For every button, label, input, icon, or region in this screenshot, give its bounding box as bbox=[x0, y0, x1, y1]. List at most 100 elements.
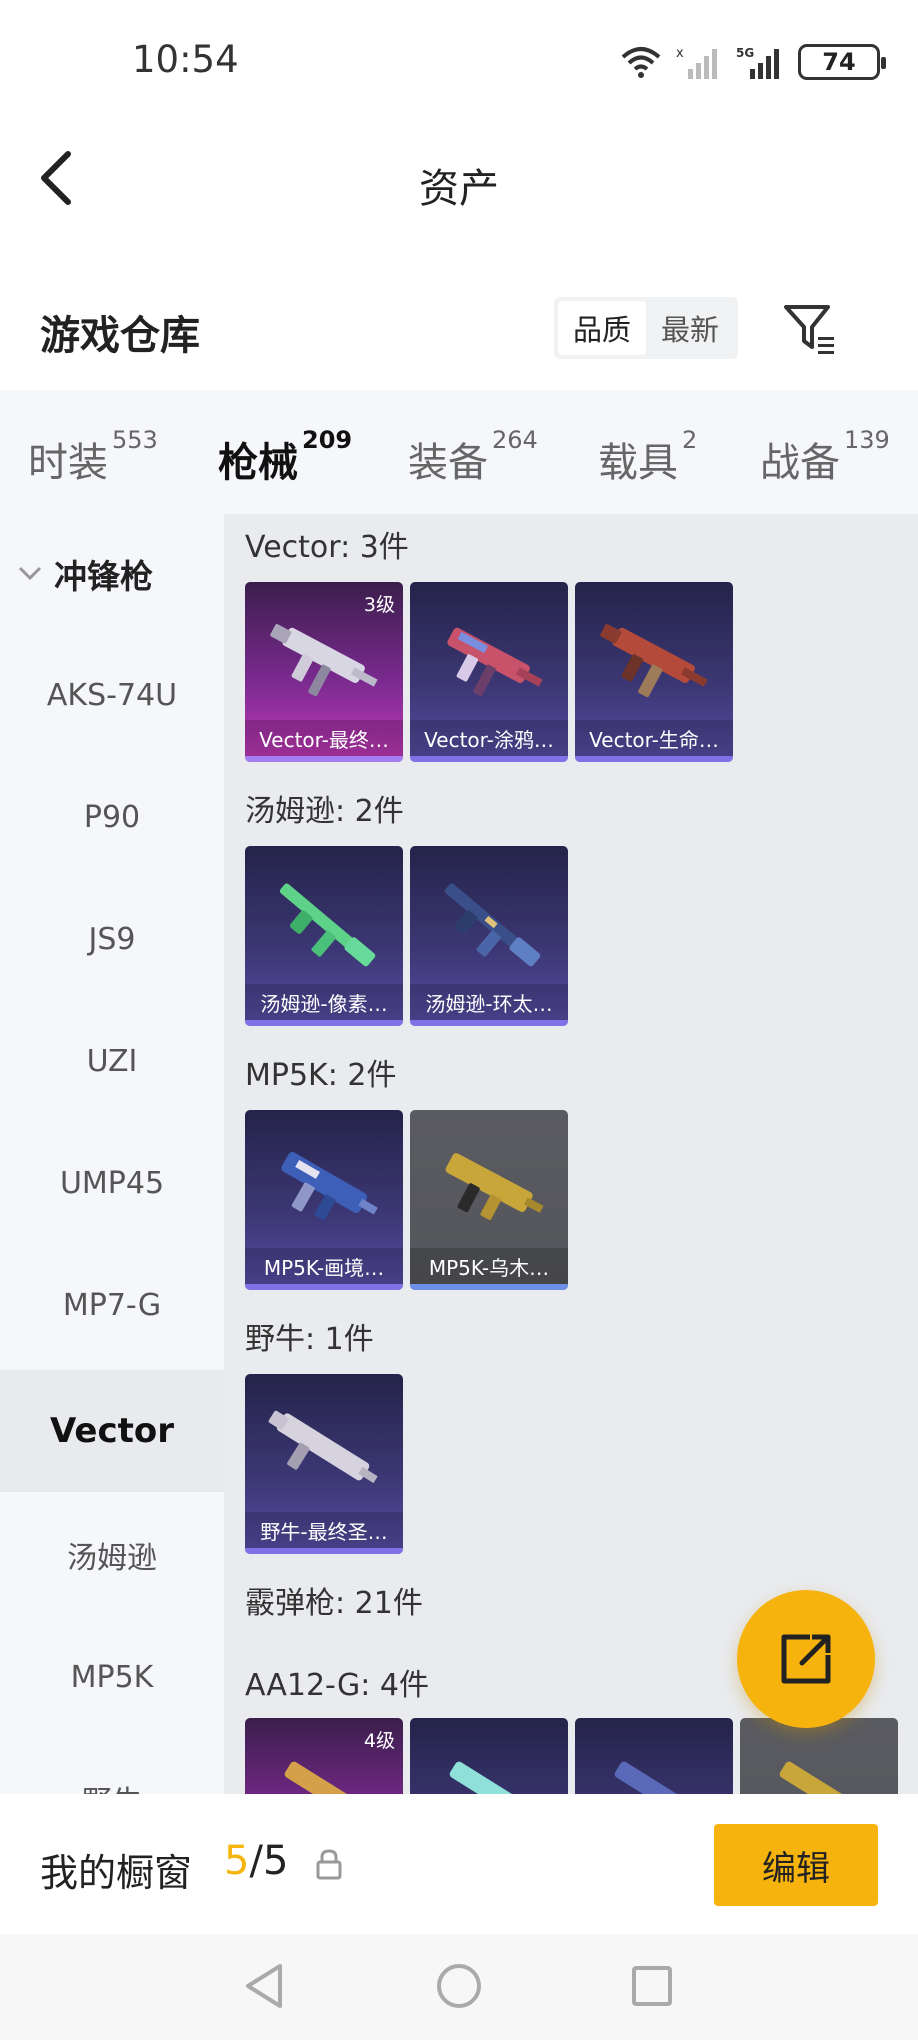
rarity-bar bbox=[245, 756, 403, 762]
item-name: Vector-涂鸦… bbox=[410, 720, 568, 756]
item-name: MP5K-画境… bbox=[245, 1248, 403, 1284]
weapon-thompson-icon bbox=[279, 883, 376, 967]
tab-label: 装备 bbox=[408, 440, 488, 486]
sidebar-item-thompson[interactable]: 汤姆逊 bbox=[0, 1494, 224, 1616]
system-nav-bar bbox=[0, 1934, 918, 2040]
sidebar-item-js9[interactable]: JS9 bbox=[0, 878, 224, 1000]
svg-text:x: x bbox=[676, 46, 684, 61]
tab-equipment[interactable]: 装备 264 bbox=[408, 426, 538, 488]
sort-newest-button[interactable]: 最新 bbox=[646, 301, 734, 355]
item-card[interactable]: 4级 bbox=[245, 1718, 403, 1794]
showcase-count: 5/5 bbox=[224, 1838, 288, 1884]
tab-fashion[interactable]: 时装 553 bbox=[28, 426, 158, 488]
sidebar-item-uzi[interactable]: UZI bbox=[0, 1000, 224, 1122]
sidebar-item-ump45[interactable]: UMP45 bbox=[0, 1122, 224, 1244]
section-title-vector: Vector: 3件 bbox=[245, 530, 409, 565]
sidebar-item-bizon[interactable]: 野牛 bbox=[0, 1738, 224, 1794]
showcase-bar: 我的橱窗 5/5 编辑 bbox=[0, 1794, 918, 1934]
tab-count: 553 bbox=[112, 426, 158, 454]
nav-recents-button[interactable] bbox=[622, 1956, 682, 2016]
showcase-separator: / bbox=[249, 1838, 263, 1884]
weapon-vector-icon bbox=[270, 624, 378, 697]
tab-count: 209 bbox=[302, 426, 353, 454]
tab-count: 264 bbox=[492, 426, 538, 454]
filter-icon bbox=[784, 305, 834, 354]
rarity-bar bbox=[245, 1020, 403, 1026]
section-title-aa12: AA12-G: 4件 bbox=[245, 1668, 429, 1703]
item-card[interactable]: 汤姆逊-像素… bbox=[245, 846, 403, 1026]
weapon-aa12-icon bbox=[614, 1761, 707, 1794]
tab-label: 载具 bbox=[598, 440, 678, 486]
sidebar-item-mp5k[interactable]: MP5K bbox=[0, 1616, 224, 1738]
edit-button[interactable]: 编辑 bbox=[714, 1824, 878, 1906]
weapon-thompson-icon bbox=[444, 883, 541, 967]
item-name: MP5K-乌木… bbox=[410, 1248, 568, 1284]
tab-gear[interactable]: 战备 139 bbox=[760, 426, 890, 488]
tab-label: 时装 bbox=[28, 440, 108, 486]
tab-count: 2 bbox=[682, 426, 698, 454]
nav-back-button[interactable] bbox=[236, 1956, 296, 2016]
svg-text:5G: 5G bbox=[736, 46, 754, 60]
share-fab-button[interactable] bbox=[737, 1590, 875, 1728]
sidebar-item-mp7g[interactable]: MP7-G bbox=[0, 1244, 224, 1366]
rarity-bar bbox=[410, 756, 568, 762]
weapon-bizon-icon bbox=[268, 1410, 378, 1484]
item-card[interactable]: 野牛-最终圣… bbox=[245, 1374, 403, 1554]
status-icons: x 5G 74 bbox=[620, 38, 886, 86]
showcase-current: 5 bbox=[224, 1838, 250, 1884]
item-name: 汤姆逊-环太… bbox=[410, 984, 568, 1020]
section-title-mp5k: MP5K: 2件 bbox=[245, 1058, 397, 1093]
tab-vehicles[interactable]: 载具 2 bbox=[598, 426, 697, 488]
section-title-thompson: 汤姆逊: 2件 bbox=[245, 794, 404, 829]
tab-label: 枪械 bbox=[218, 440, 298, 486]
item-card[interactable]: 汤姆逊-环太… bbox=[410, 846, 568, 1026]
lock-icon bbox=[316, 1849, 342, 1880]
share-icon bbox=[781, 1634, 831, 1684]
item-card[interactable]: 3级 Vector-最终… bbox=[245, 582, 403, 762]
item-card[interactable]: MP5K-画境… bbox=[245, 1110, 403, 1290]
showcase-label: 我的橱窗 bbox=[40, 1851, 193, 1895]
sort-quality-button[interactable]: 品质 bbox=[558, 301, 646, 355]
filter-button[interactable] bbox=[782, 301, 838, 357]
square-recents-icon bbox=[632, 1966, 672, 2006]
signal-weak-icon: x bbox=[676, 46, 717, 79]
weapon-mp5k-icon bbox=[445, 1153, 544, 1220]
item-name: 野牛-最终圣… bbox=[245, 1512, 403, 1548]
tab-count: 139 bbox=[844, 426, 890, 454]
rarity-bar bbox=[575, 756, 733, 762]
category-tabs: 时装 553 枪械 209 装备 264 载具 2 战备 139 bbox=[0, 390, 918, 529]
sidebar-item-vector[interactable]: Vector bbox=[0, 1370, 224, 1492]
tab-label: 战备 bbox=[760, 440, 840, 486]
sidebar-group-smg[interactable]: 冲锋枪 bbox=[0, 524, 224, 624]
item-card[interactable] bbox=[575, 1718, 733, 1794]
section-title-shotgun: 霰弹枪: 21件 bbox=[245, 1586, 423, 1621]
sort-toggle: 品质 最新 bbox=[554, 297, 738, 359]
status-bar: 10:54 x 5G 74 bbox=[0, 0, 918, 120]
sidebar-item-p90[interactable]: P90 bbox=[0, 756, 224, 878]
chevron-down-icon bbox=[18, 562, 42, 587]
weapon-vector-icon bbox=[600, 624, 708, 698]
battery-icon: 74 bbox=[798, 44, 886, 80]
weapon-sidebar: 冲锋枪 AKS-74U P90 JS9 UZI UMP45 MP7-G Vect… bbox=[0, 514, 224, 1794]
item-card[interactable] bbox=[740, 1718, 898, 1794]
sidebar-group-label: 冲锋枪 bbox=[54, 557, 153, 596]
battery-level: 74 bbox=[822, 48, 856, 76]
weapon-aa12-icon bbox=[284, 1761, 377, 1794]
top-nav: 资产 bbox=[0, 120, 918, 240]
sidebar-item-aks74u[interactable]: AKS-74U bbox=[0, 634, 224, 756]
item-card[interactable]: Vector-生命… bbox=[575, 582, 733, 762]
item-card[interactable]: Vector-涂鸦… bbox=[410, 582, 568, 762]
item-card[interactable]: MP5K-乌木… bbox=[410, 1110, 568, 1290]
status-time: 10:54 bbox=[132, 38, 239, 81]
item-card[interactable] bbox=[410, 1718, 568, 1794]
section-title-bizon: 野牛: 1件 bbox=[245, 1322, 374, 1357]
wifi-icon bbox=[621, 47, 661, 78]
tab-firearms[interactable]: 枪械 209 bbox=[218, 426, 352, 529]
weapon-mp5k-icon bbox=[281, 1151, 378, 1220]
item-name: Vector-最终… bbox=[245, 720, 403, 756]
item-name: Vector-生命… bbox=[575, 720, 733, 756]
weapon-vector-icon bbox=[447, 627, 543, 697]
nav-home-button[interactable] bbox=[429, 1956, 489, 2016]
page-title: 资产 bbox=[419, 166, 499, 212]
weapon-aa12-icon bbox=[779, 1761, 872, 1794]
